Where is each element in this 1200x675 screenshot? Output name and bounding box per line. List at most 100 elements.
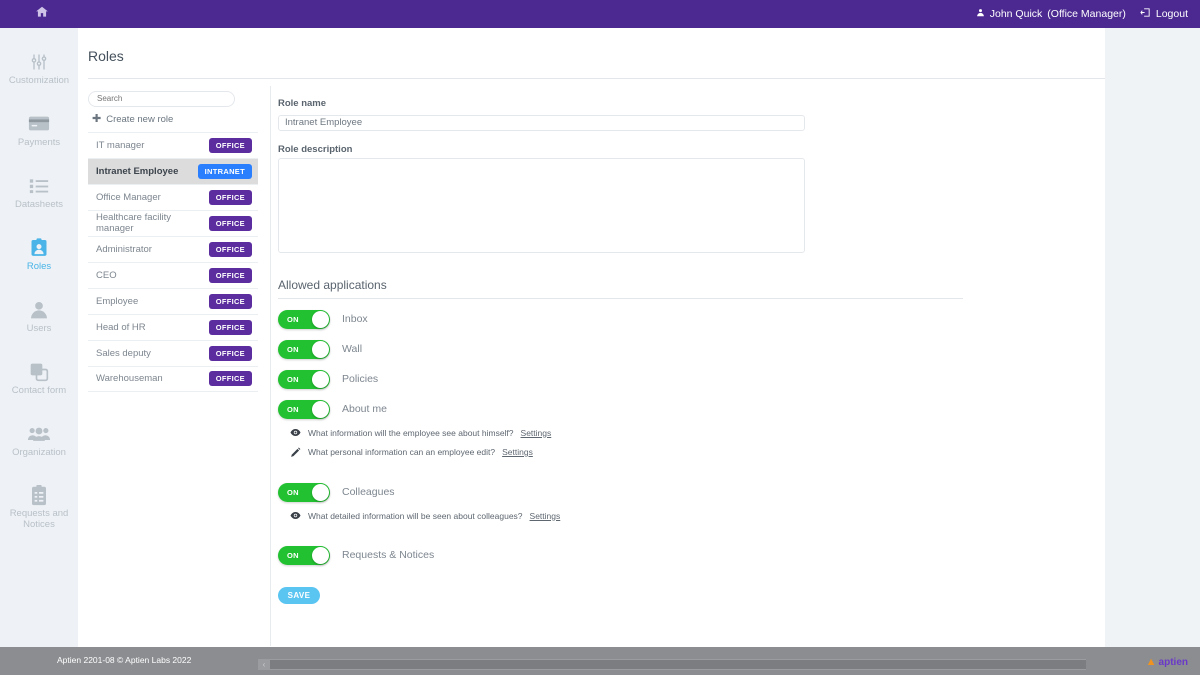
copy-icon xyxy=(29,361,49,383)
sidebar-item-customization[interactable]: Customization xyxy=(0,44,78,94)
roles-list: IT manager OFFICE Intranet Employee INTRANE… xyxy=(88,131,258,392)
role-list-item-name: CEO xyxy=(96,269,117,281)
create-new-role-button[interactable]: ✚ Create new role xyxy=(88,107,258,132)
panel-divider xyxy=(270,86,271,646)
sidebar-item-payments[interactable]: Payments xyxy=(0,106,78,156)
role-badge: OFFICE xyxy=(208,215,252,231)
sidebar-item-label: Contact form xyxy=(11,384,67,396)
application-name: Policies xyxy=(342,373,379,385)
role-list-item[interactable]: Warehouseman OFFICE xyxy=(88,365,258,392)
toggle-knob[interactable] xyxy=(312,400,329,418)
role-badge: OFFICE xyxy=(208,241,252,257)
id-badge-icon xyxy=(29,237,49,259)
user-menu[interactable]: John Quick (Office Manager) xyxy=(976,8,1126,20)
sidebar-item-contact-form[interactable]: Contact form xyxy=(0,354,78,404)
sidebar-item-label: Requests and Notices xyxy=(9,508,69,531)
application-name: Wall xyxy=(342,343,363,355)
application-name: Inbox xyxy=(342,313,368,325)
toggle-about-me[interactable]: ON xyxy=(278,399,330,419)
credit-card-icon xyxy=(28,113,50,135)
toggle-knob[interactable] xyxy=(312,310,329,328)
home-icon xyxy=(35,5,49,24)
allowed-applications-heading: Allowed applications xyxy=(278,277,387,292)
toggle-colleagues[interactable]: ON xyxy=(278,482,330,502)
toggle-inbox[interactable]: ON xyxy=(278,309,330,329)
eye-icon xyxy=(290,511,301,520)
user-role: (Office Manager) xyxy=(1047,8,1126,20)
create-new-role-label: Create new role xyxy=(106,113,174,125)
role-list-item-name: Head of HR xyxy=(96,321,146,333)
role-list-item[interactable]: Employee OFFICE xyxy=(88,287,258,314)
toggle-state-label: ON xyxy=(287,344,299,354)
sidebar-item-roles[interactable]: Roles xyxy=(0,230,78,280)
role-badge: OFFICE xyxy=(208,189,252,205)
roles-list-panel: ✚ Create new role IT manager OFFICE Intran… xyxy=(88,88,258,392)
role-list-item[interactable]: Intranet Employee INTRANET xyxy=(88,157,258,184)
role-description-label: Role description xyxy=(278,143,353,155)
role-description-textarea[interactable] xyxy=(278,157,805,253)
role-list-item-name: Administrator xyxy=(96,243,152,255)
role-list-item-name: Intranet Employee xyxy=(96,165,179,177)
user-icon xyxy=(976,8,985,20)
plus-icon: ✚ xyxy=(92,112,102,125)
main-content: Roles ✚ Create new role IT manager OFFICE… xyxy=(78,28,1105,647)
application-name: Requests & Notices xyxy=(342,549,435,561)
clipboard-icon xyxy=(30,484,48,506)
toggle-knob[interactable] xyxy=(312,340,329,358)
sidebar-item-datasheets[interactable]: Datasheets xyxy=(0,168,78,218)
role-badge: OFFICE xyxy=(208,345,252,361)
role-badge: OFFICE xyxy=(208,293,252,309)
aptien-mark-icon: ▲ xyxy=(1145,656,1157,668)
logout-button[interactable]: Logout xyxy=(1140,7,1188,21)
allowed-applications-list: ON Inbox ON Wall ON Policies ON About me What in… xyxy=(278,309,968,565)
toggle-knob[interactable] xyxy=(312,483,329,501)
application-setting-text: What detailed information will be seen a… xyxy=(308,510,523,521)
application-setting-row: What detailed information will be seen a… xyxy=(290,511,968,521)
sidebar-item-users[interactable]: Users xyxy=(0,292,78,342)
settings-link[interactable]: Settings xyxy=(502,447,533,457)
person-icon xyxy=(29,299,49,321)
role-badge: INTRANET xyxy=(197,163,252,179)
toggle-wall[interactable]: ON xyxy=(278,339,330,359)
role-list-item[interactable]: Sales deputy OFFICE xyxy=(88,339,258,366)
sidebar-item-label: Customization xyxy=(8,75,70,86)
horizontal-scrollbar[interactable]: ‹ xyxy=(258,659,1086,670)
application-setting-row: What information will the employee see a… xyxy=(290,428,968,438)
sliders-icon xyxy=(29,51,49,73)
application-row: ON Requests & Notices xyxy=(278,545,968,565)
role-list-item[interactable]: Administrator OFFICE xyxy=(88,235,258,262)
pencil-icon xyxy=(290,447,301,458)
role-list-item[interactable]: Healthcare facility manager OFFICE xyxy=(88,209,258,236)
toggle-policies[interactable]: ON xyxy=(278,369,330,389)
role-list-item-name: IT manager xyxy=(96,139,145,151)
settings-link[interactable]: Settings xyxy=(521,428,552,438)
application-row: ON About me xyxy=(278,399,968,419)
role-list-item-name: Sales deputy xyxy=(96,347,151,359)
scroll-left-arrow-icon[interactable]: ‹ xyxy=(258,660,270,669)
role-list-item[interactable]: Head of HR OFFICE xyxy=(88,313,258,340)
sidebar-item-requests-and-notices[interactable]: Requests and Notices xyxy=(0,477,78,538)
logout-icon xyxy=(1140,7,1151,21)
sidebar-item-label: Roles xyxy=(26,260,52,272)
eye-icon xyxy=(290,428,301,437)
scrollbar-thumb[interactable] xyxy=(270,660,1086,669)
role-list-item[interactable]: CEO OFFICE xyxy=(88,261,258,288)
toggle-knob[interactable] xyxy=(312,546,329,564)
settings-link[interactable]: Settings xyxy=(530,511,561,521)
list-icon xyxy=(29,175,49,197)
role-list-item[interactable]: Office Manager OFFICE xyxy=(88,183,258,210)
toggle-requests-notices[interactable]: ON xyxy=(278,545,330,565)
logout-label: Logout xyxy=(1155,8,1188,20)
role-list-item[interactable]: IT manager OFFICE xyxy=(88,131,258,158)
home-button[interactable] xyxy=(28,0,56,28)
title-divider xyxy=(88,78,1105,79)
sidebar-item-organization[interactable]: Organization xyxy=(0,416,78,466)
toggle-state-label: ON xyxy=(287,374,299,384)
footer-copyright: Aptien 2201-08 © Aptien Labs 2022 xyxy=(57,655,192,665)
application-setting-text: What personal information can an employe… xyxy=(308,447,496,457)
search-input[interactable] xyxy=(88,90,235,107)
save-button[interactable]: SAVE xyxy=(278,586,320,604)
role-list-item-name: Healthcare facility manager xyxy=(96,212,171,234)
role-name-input[interactable] xyxy=(278,114,805,131)
toggle-knob[interactable] xyxy=(312,370,329,388)
